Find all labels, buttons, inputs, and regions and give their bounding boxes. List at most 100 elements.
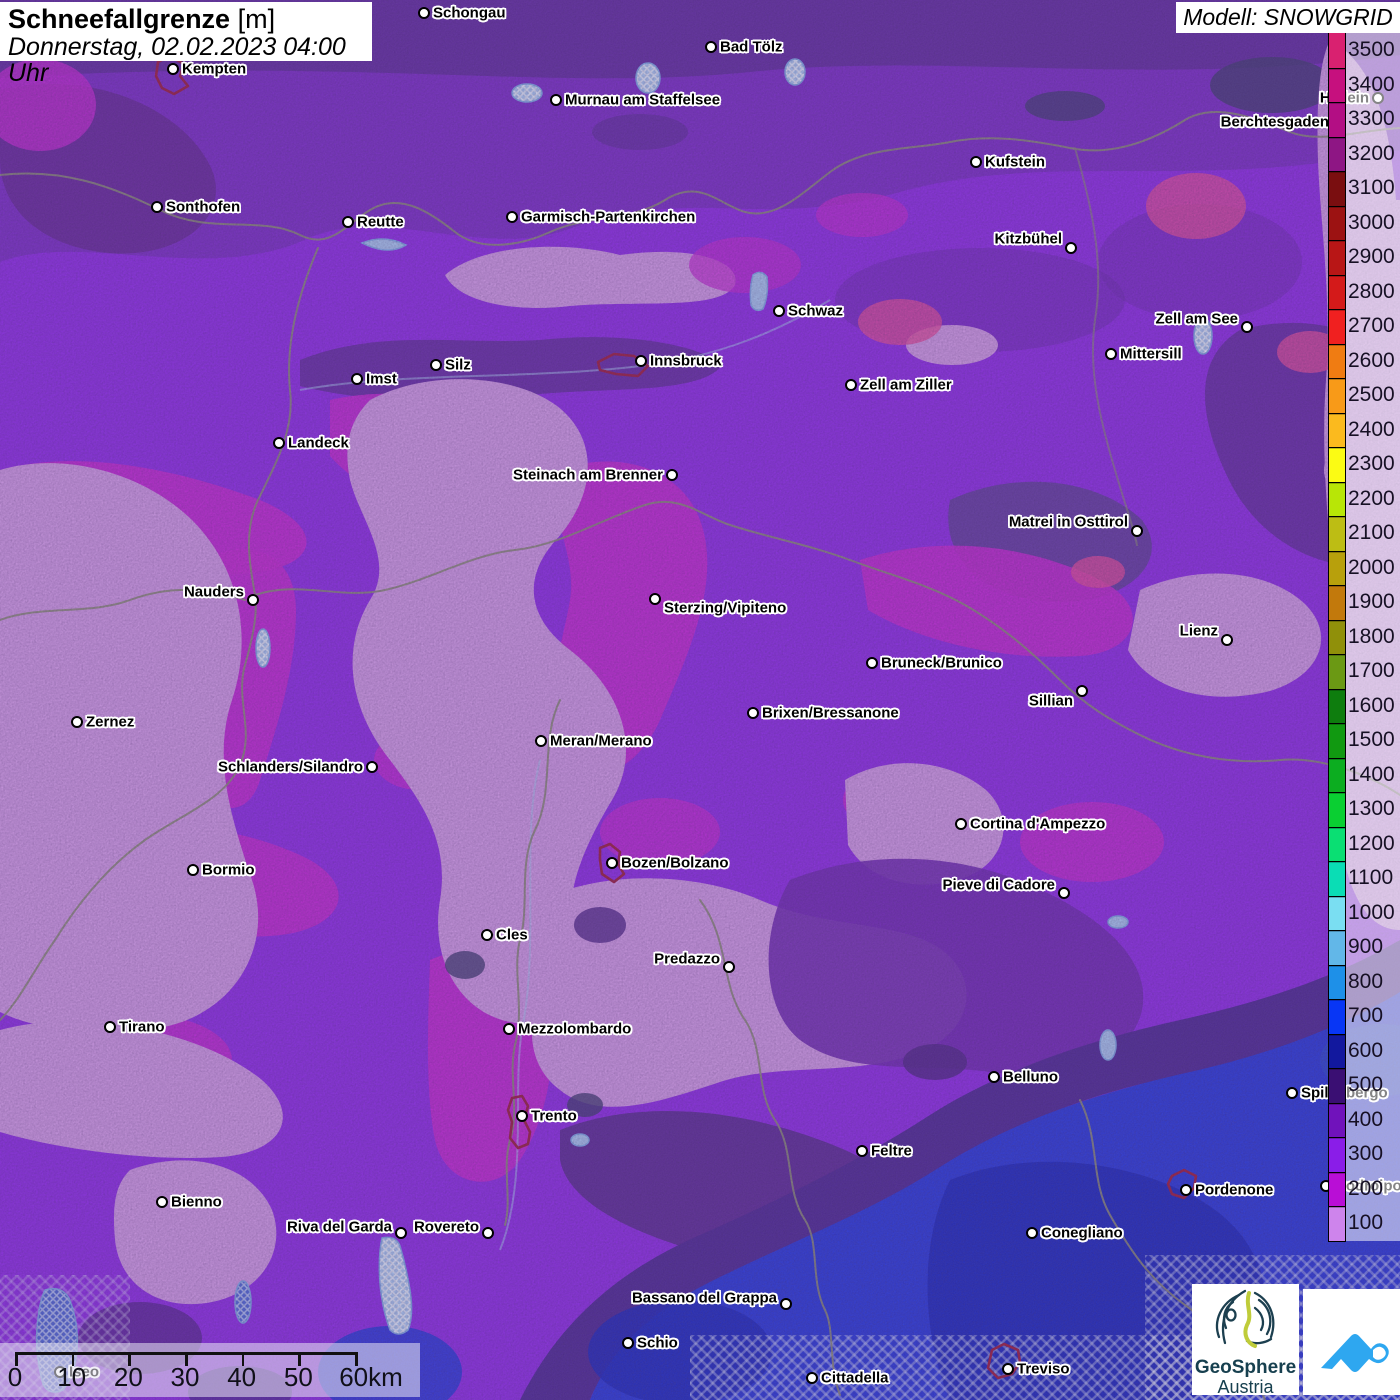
city-marker-zernez	[71, 716, 83, 728]
city-label-sonthofen: Sonthofen	[166, 199, 240, 216]
city-marker-silz	[430, 359, 442, 371]
city-marker-predazzo	[723, 961, 735, 973]
avalanche-logo-box	[1303, 1289, 1400, 1395]
colorbar-segment-1200	[1329, 827, 1345, 862]
colorbar-value-2900: 2900	[1345, 240, 1400, 275]
city-marker-bienno	[156, 1196, 168, 1208]
colorbar-value-1900: 1900	[1345, 585, 1400, 620]
city-marker-riva-del-garda	[395, 1227, 407, 1239]
city-label-mittersill: Mittersill	[1120, 346, 1182, 363]
colorbar-value-700: 700	[1345, 999, 1400, 1034]
colorbar-value-2500: 2500	[1345, 378, 1400, 413]
city-marker-conegliano	[1026, 1227, 1038, 1239]
city-label-tirano: Tirano	[119, 1019, 165, 1036]
city-marker-steinach-am-brenner	[666, 469, 678, 481]
colorbar-segment-900	[1329, 930, 1345, 965]
colorbar-strip	[1328, 32, 1346, 1242]
city-label-treviso: Treviso	[1017, 1361, 1070, 1378]
colorbar-labels: 3500340033003200310030002900280027002600…	[1345, 33, 1400, 1241]
city-marker-bormio	[187, 864, 199, 876]
city-marker-schongau	[418, 7, 430, 19]
title-text: Schneefallgrenze	[8, 4, 230, 34]
city-label-bassano-del-grappa: Bassano del Grappa	[632, 1290, 777, 1307]
colorbar-value-900: 900	[1345, 930, 1400, 965]
city-label-bozen-bolzano: Bozen/Bolzano	[621, 855, 729, 872]
colorbar-segment-1800	[1329, 620, 1345, 655]
city-label-predazzo: Predazzo	[654, 951, 720, 968]
city-label-bad-t-lz: Bad Tölz	[720, 39, 783, 56]
city-marker-mezzolombardo	[503, 1023, 515, 1035]
city-marker-murnau-am-staffelsee	[550, 94, 562, 106]
city-marker-meran-merano	[535, 735, 547, 747]
scale-number-50: 50	[284, 1362, 313, 1393]
colorbar-value-1200: 1200	[1345, 827, 1400, 862]
city-layer: SchongauBad TölzKemptenMurnau am Staffel…	[0, 0, 1400, 1400]
city-label-sterzing-vipiteno: Sterzing/Vipiteno	[664, 600, 786, 617]
city-marker-mittersill	[1105, 348, 1117, 360]
city-label-schwaz: Schwaz	[788, 303, 843, 320]
colorbar-segment-2800	[1329, 275, 1345, 310]
city-label-bormio: Bormio	[202, 862, 255, 879]
title-datetime: Donnerstag, 02.02.2023 04:00 Uhr	[8, 34, 364, 86]
city-label-murnau-am-staffelsee: Murnau am Staffelsee	[565, 92, 720, 109]
city-label-belluno: Belluno	[1003, 1069, 1058, 1086]
colorbar-value-3000: 3000	[1345, 206, 1400, 241]
city-marker-trento	[516, 1110, 528, 1122]
city-marker-kufstein	[970, 156, 982, 168]
city-marker-nauders	[247, 594, 259, 606]
colorbar-value-1600: 1600	[1345, 689, 1400, 724]
colorbar-segment-300	[1329, 1137, 1345, 1172]
colorbar-segment-3200	[1329, 137, 1345, 172]
colorbar-value-1800: 1800	[1345, 620, 1400, 655]
colorbar-value-3200: 3200	[1345, 137, 1400, 172]
city-marker-schwaz	[773, 305, 785, 317]
avalanche-report-icon	[1311, 1306, 1393, 1378]
city-label-bienno: Bienno	[171, 1194, 222, 1211]
city-label-silz: Silz	[445, 357, 471, 374]
city-label-zell-am-ziller: Zell am Ziller	[860, 377, 952, 394]
city-marker-tirano	[104, 1021, 116, 1033]
colorbar-segment-3100	[1329, 171, 1345, 206]
city-label-pieve-di-cadore: Pieve di Cadore	[942, 877, 1055, 894]
city-label-cittadella: Cittadella	[821, 1370, 889, 1387]
city-marker-zell-am-ziller	[845, 379, 857, 391]
colorbar-value-2200: 2200	[1345, 482, 1400, 517]
colorbar-segment-2000	[1329, 551, 1345, 586]
scale-number-10: 10	[57, 1362, 86, 1393]
scale-number-40: 40	[227, 1362, 256, 1393]
city-label-schongau: Schongau	[433, 5, 506, 22]
city-label-nauders: Nauders	[184, 584, 244, 601]
colorbar-segment-1300	[1329, 792, 1345, 827]
colorbar-value-300: 300	[1345, 1137, 1400, 1172]
colorbar-value-3300: 3300	[1345, 102, 1400, 137]
city-label-cles: Cles	[496, 927, 528, 944]
colorbar-value-3100: 3100	[1345, 171, 1400, 206]
colorbar-segment-2600	[1329, 344, 1345, 379]
colorbar-segment-2900	[1329, 240, 1345, 275]
city-marker-schio	[622, 1337, 634, 1349]
geosphere-name: GeoSphere	[1192, 1358, 1299, 1378]
city-label-reutte: Reutte	[357, 214, 404, 231]
colorbar-value-800: 800	[1345, 965, 1400, 1000]
city-marker-bad-t-lz	[705, 41, 717, 53]
colorbar-segment-3000	[1329, 206, 1345, 241]
colorbar-segment-2500	[1329, 378, 1345, 413]
colorbar-segment-1700	[1329, 654, 1345, 689]
city-label-pordenone: Pordenone	[1195, 1182, 1273, 1199]
geosphere-country: Austria	[1192, 1378, 1299, 1397]
scale-number-30: 30	[171, 1362, 200, 1393]
city-marker-bozen-bolzano	[606, 857, 618, 869]
colorbar-segment-1500	[1329, 723, 1345, 758]
city-marker-imst	[351, 373, 363, 385]
colorbar-value-1500: 1500	[1345, 723, 1400, 758]
colorbar-segment-200	[1329, 1172, 1345, 1207]
scale-number-60km: 60km	[339, 1362, 403, 1393]
colorbar-value-2400: 2400	[1345, 413, 1400, 448]
weather-map-page: SchongauBad TölzKemptenMurnau am Staffel…	[0, 0, 1400, 1400]
city-marker-cortina-d-ampezzo	[955, 818, 967, 830]
colorbar-segment-1600	[1329, 689, 1345, 724]
title-unit: [m]	[238, 4, 276, 34]
city-marker-zell-am-see	[1241, 321, 1253, 333]
colorbar-value-2800: 2800	[1345, 275, 1400, 310]
colorbar-value-600: 600	[1345, 1034, 1400, 1069]
